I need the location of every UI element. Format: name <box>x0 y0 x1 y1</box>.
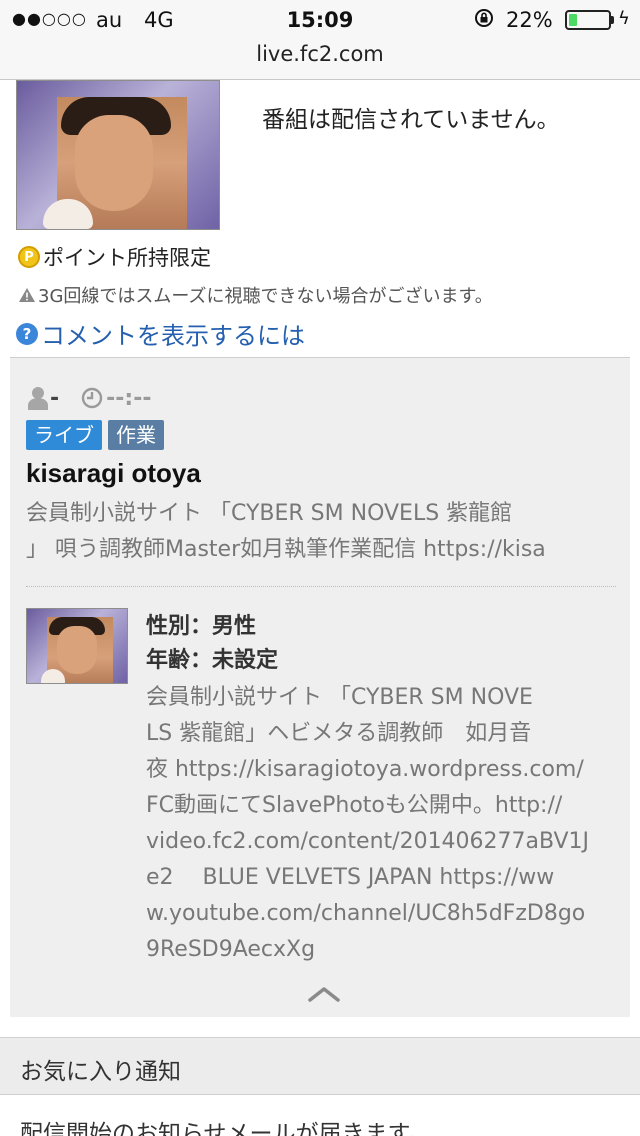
network-warning-text: 3G回線ではスムーズに視聴できない場合がございます。 <box>38 286 493 307</box>
battery-tip <box>611 16 614 24</box>
profile-details: 性別：男性 年齢：未設定 会員制小説サイト 「CYBER SM NOVE LS … <box>146 610 616 968</box>
program-description-line-2: 」 唄う調教師Master如月執筆作業配信 https://kisa <box>26 537 546 562</box>
battery-level-fill <box>569 14 577 26</box>
broadcast-duration: --:-- <box>106 385 152 411</box>
battery-percentage: 22% <box>506 8 553 32</box>
points-notice-text: ポイント所持限定 <box>43 246 211 270</box>
profile-avatar[interactable] <box>26 608 128 684</box>
profile-gender: 性別：男性 <box>146 614 257 639</box>
dotted-divider <box>26 586 616 587</box>
chevron-up-icon[interactable] <box>306 984 342 1004</box>
favorite-notification-note: 配信開始のお知らせメールが届きます。 <box>20 1121 432 1136</box>
warning-triangle-icon <box>19 288 35 302</box>
show-comments-label: コメントを表示するには <box>41 322 305 350</box>
tag-work[interactable]: 作業 <box>108 420 164 450</box>
url-bar[interactable]: live.fc2.com <box>0 40 640 80</box>
stream-status-message: 番組は配信されていません。 <box>262 107 560 133</box>
show-comments-link[interactable]: ? コメントを表示するには <box>16 316 305 351</box>
rotation-lock-icon <box>475 9 493 27</box>
category-tags: ライブ 作業 <box>26 420 170 450</box>
person-icon <box>28 387 48 410</box>
favorite-notification-header[interactable]: お気に入り通知 <box>0 1037 640 1095</box>
status-bar: ●●○○○ au 4G 15:09 22% ϟ <box>0 0 640 40</box>
viewer-count: - <box>50 385 60 411</box>
question-circle-icon: ? <box>16 322 38 345</box>
thumbnail-face <box>75 115 153 211</box>
stats-row: - --:-- <box>28 384 151 412</box>
clock-icon <box>81 387 103 409</box>
tag-live[interactable]: ライブ <box>26 420 102 450</box>
battery-icon <box>565 10 611 30</box>
profile-description: 会員制小説サイト 「CYBER SM NOVE LS 紫龍館」ヘビメタる調教師 … <box>146 685 589 962</box>
channel-thumbnail[interactable] <box>16 80 220 230</box>
network-warning: 3G回線ではスムーズに視聴できない場合がございます。 <box>18 282 493 308</box>
avatar-face <box>57 626 97 674</box>
broadcast-info-panel: - --:-- ライブ 作業 kisaragi otoya 会員制小説サイト 「… <box>10 357 630 1017</box>
favorite-notification-title: お気に入り通知 <box>20 1059 181 1085</box>
p-coin-icon: P <box>18 246 40 268</box>
program-description-line-1: 会員制小説サイト 「CYBER SM NOVELS 紫龍館 <box>26 501 513 526</box>
url-domain: live.fc2.com <box>256 42 384 66</box>
program-description: 会員制小説サイト 「CYBER SM NOVELS 紫龍館 」 唄う調教師Mas… <box>26 496 616 568</box>
streamer-name: kisaragi otoya <box>26 458 201 488</box>
profile-age: 年齢：未設定 <box>146 648 279 673</box>
charging-icon: ϟ <box>618 8 630 29</box>
points-notice: P ポイント所持限定 <box>18 244 211 270</box>
